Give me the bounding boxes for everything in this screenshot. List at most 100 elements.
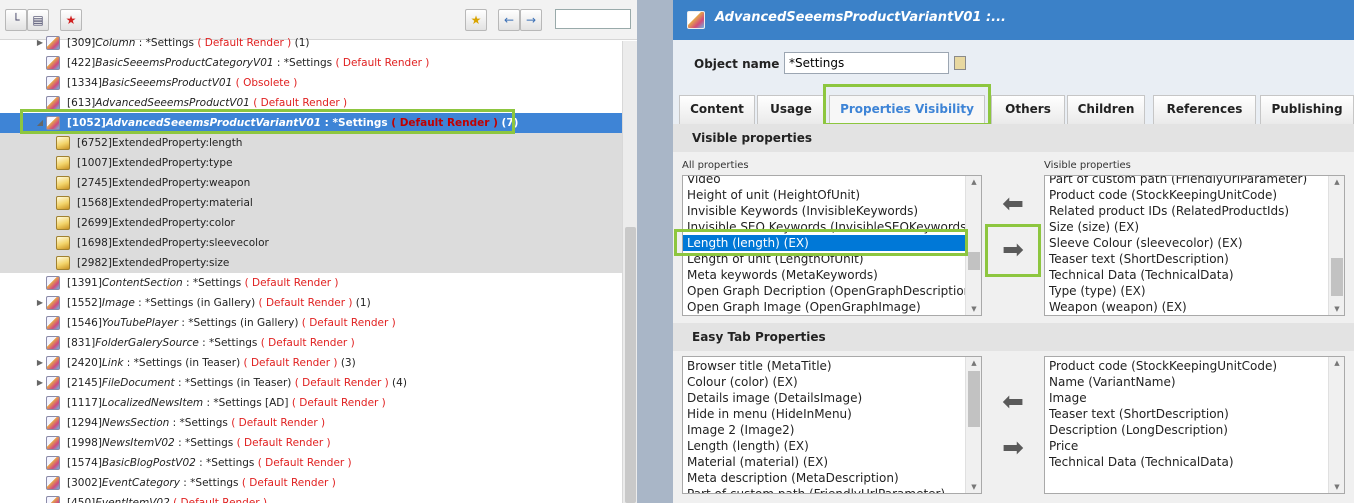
tree-row-label: [309]Column : *Settings ( Default Render… (67, 33, 310, 53)
arrow-left-icon[interactable]: ⬅ (993, 188, 1033, 220)
expand-arrow-icon[interactable]: ▶ (36, 353, 44, 373)
tree-row[interactable]: [1334]BasicSeeemsProductV01 ( Obsolete ) (0, 73, 622, 93)
tree-row[interactable]: ▶ [309]Column : *Settings ( Default Rende… (0, 33, 622, 53)
arrow-right-icon[interactable]: ➡ (993, 432, 1033, 464)
tree-row[interactable]: [1574]BasicBlogPostV02 : *Settings ( Def… (0, 453, 622, 473)
list-item[interactable]: Teaser text (ShortDescription) (1045, 251, 1344, 267)
row-name: LocalizedNewsItem (101, 397, 204, 409)
tab-references[interactable]: References (1153, 95, 1256, 124)
list-item[interactable]: Weapon (weapon) (EX) (1045, 299, 1344, 315)
row-settings: : *Settings (169, 417, 232, 429)
list-item[interactable]: Material (material) (EX) (683, 454, 981, 470)
tree-row[interactable]: [831]FolderGalerySource : *Settings ( De… (0, 333, 622, 353)
visible-properties-scrollbar[interactable]: ▲ ▼ (1328, 176, 1344, 315)
expand-arrow-icon[interactable]: ▶ (36, 33, 44, 53)
tree-child-row[interactable]: [1007]ExtendedProperty:type (0, 153, 622, 173)
tree-row-label: [1698]ExtendedProperty:sleevecolor (77, 233, 269, 253)
arrow-left-icon[interactable]: ⬅ (993, 386, 1033, 418)
row-status: ( Default Render ) (244, 277, 339, 289)
add-favorite-icon[interactable]: ★ (465, 9, 487, 31)
list-item[interactable]: Image 2 (Image2) (683, 422, 981, 438)
tree-row[interactable]: [1117]LocalizedNewsItem : *Settings [AD]… (0, 393, 622, 413)
tree-row[interactable]: [1998]NewsItemV02 : *Settings ( Default … (0, 433, 622, 453)
tree-scrollbar-thumb[interactable] (625, 227, 636, 503)
tree-child-row[interactable]: [2982]ExtendedProperty:size (0, 253, 622, 273)
list-item[interactable]: Sleeve Colour (sleevecolor) (EX) (1045, 235, 1344, 251)
list-item[interactable]: Part of custom path (FriendlyUrlParamete… (1045, 176, 1344, 187)
tree-row[interactable]: ▶ [2420]Link : *Settings (in Teaser) ( De… (0, 353, 622, 373)
tree-child-row[interactable]: [1568]ExtendedProperty:material (0, 193, 622, 213)
expand-arrow-icon[interactable]: ▶ (36, 293, 44, 313)
easy-all-properties-list[interactable]: Browser title (MetaTitle) Colour (color) … (682, 356, 982, 494)
row-id: [1998] (67, 437, 102, 449)
expand-arrow-icon[interactable]: ▶ (36, 373, 44, 393)
tree-row[interactable]: [422]BasicSeeemsProductCategoryV01 : *Se… (0, 53, 622, 73)
list-item[interactable]: Height of unit (HeightOfUnit) (683, 187, 981, 203)
list-item[interactable]: Colour (color) (EX) (683, 374, 981, 390)
list-item[interactable]: Teaser text (ShortDescription) (1045, 406, 1344, 422)
list-item[interactable]: Part of custom path (FriendlyUrlParamete… (683, 486, 981, 493)
tree-child-row[interactable]: [2745]ExtendedProperty:weapon (0, 173, 622, 193)
tab-publishing[interactable]: Publishing (1260, 95, 1354, 124)
list-item[interactable]: Meta description (MetaDescription) (683, 470, 981, 486)
editor-tabs: Content Usage Properties Visibility Othe… (673, 88, 1354, 124)
tab-usage[interactable]: Usage (757, 95, 825, 124)
tree-view-icon[interactable]: └ (5, 9, 27, 31)
page-type-icon (46, 76, 60, 90)
page-type-icon (46, 356, 60, 370)
layout-icon[interactable]: ▤ (27, 9, 49, 31)
tree-child-row[interactable]: [6752]ExtendedProperty:length (0, 133, 622, 153)
tree-row[interactable]: [1391]ContentSection : *Settings ( Defau… (0, 273, 622, 293)
row-status: ( Default Render ) (173, 497, 268, 503)
list-item[interactable]: Meta keywords (MetaKeywords) (683, 267, 981, 283)
list-item[interactable]: Related product IDs (RelatedProductIds) (1045, 203, 1344, 219)
tree-row[interactable]: [1294]NewsSection : *Settings ( Default … (0, 413, 622, 433)
easy-visible-properties-scrollbar[interactable]: ▲ ▼ (1328, 357, 1344, 493)
forward-icon[interactable]: → (520, 9, 542, 31)
list-item[interactable]: Open Graph Image (OpenGraphImage) (683, 299, 981, 315)
list-item[interactable]: Technical Data (TechnicalData) (1045, 267, 1344, 283)
row-name: EventCategory (101, 477, 180, 489)
tree-row[interactable]: [3002]EventCategory : *Settings ( Defaul… (0, 473, 622, 493)
tree-row[interactable]: ▶ [2145]FileDocument : *Settings (in Teas… (0, 373, 622, 393)
list-item[interactable]: Hide in menu (HideInMenu) (683, 406, 981, 422)
list-item[interactable]: Technical Data (TechnicalData) (1045, 454, 1344, 470)
list-item[interactable]: Length (length) (EX) (683, 438, 981, 454)
tree-row[interactable]: ▶ [1552]Image : *Settings (in Gallery) ( … (0, 293, 622, 313)
visible-properties-list[interactable]: Part of custom path (FriendlyUrlParamete… (1044, 175, 1345, 316)
tree-child-row[interactable]: [2699]ExtendedProperty:color (0, 213, 622, 233)
row-id: [3002] (67, 477, 102, 489)
list-item[interactable]: Browser title (MetaTitle) (683, 358, 981, 374)
row-id: [2982] (77, 257, 112, 269)
list-item[interactable]: Price (1045, 438, 1344, 454)
tab-children[interactable]: Children (1067, 95, 1145, 124)
tab-content[interactable]: Content (679, 95, 755, 124)
list-item[interactable]: Invisible Keywords (InvisibleKeywords) (683, 203, 981, 219)
list-item[interactable]: Open Graph Decription (OpenGraphDescript… (683, 283, 981, 299)
list-item[interactable]: Size (size) (EX) (1045, 219, 1344, 235)
easy-all-properties-scrollbar[interactable]: ▲ ▼ (965, 357, 981, 493)
list-item[interactable]: Type (type) (EX) (1045, 283, 1344, 299)
row-name: ExtendedProperty:type (111, 157, 233, 169)
list-item[interactable]: Name (VariantName) (1045, 374, 1344, 390)
easy-visible-properties-list[interactable]: Product code (StockKeepingUnitCode) Name … (1044, 356, 1345, 494)
list-item[interactable]: Product code (StockKeepingUnitCode) (1045, 187, 1344, 203)
list-item[interactable]: Description (LongDescription) (1045, 422, 1344, 438)
list-item[interactable]: Details image (DetailsImage) (683, 390, 981, 406)
back-icon[interactable]: ← (498, 9, 520, 31)
tree-search-input[interactable] (555, 9, 631, 29)
list-item[interactable]: Video (683, 176, 981, 187)
tree-scrollbar[interactable] (622, 41, 637, 503)
row-name: AdvancedSeeemsProductV01 (95, 97, 250, 109)
row-id: [309] (67, 37, 96, 49)
tree-child-row[interactable]: [1698]ExtendedProperty:sleevecolor (0, 233, 622, 253)
list-item[interactable]: Product code (StockKeepingUnitCode) (1045, 358, 1344, 374)
object-name-input[interactable] (784, 52, 949, 74)
tab-others[interactable]: Others (991, 95, 1065, 124)
tree-row[interactable]: [1546]YouTubePlayer : *Settings (in Gall… (0, 313, 622, 333)
pin-icon[interactable]: ★ (60, 9, 82, 31)
list-item[interactable]: Image (1045, 390, 1344, 406)
copy-icon[interactable] (954, 56, 966, 70)
tree-row-label: [422]BasicSeeemsProductCategoryV01 : *Se… (67, 53, 429, 73)
tree-row[interactable]: [450]EventItemV02 ( Default Render ) (0, 493, 622, 503)
